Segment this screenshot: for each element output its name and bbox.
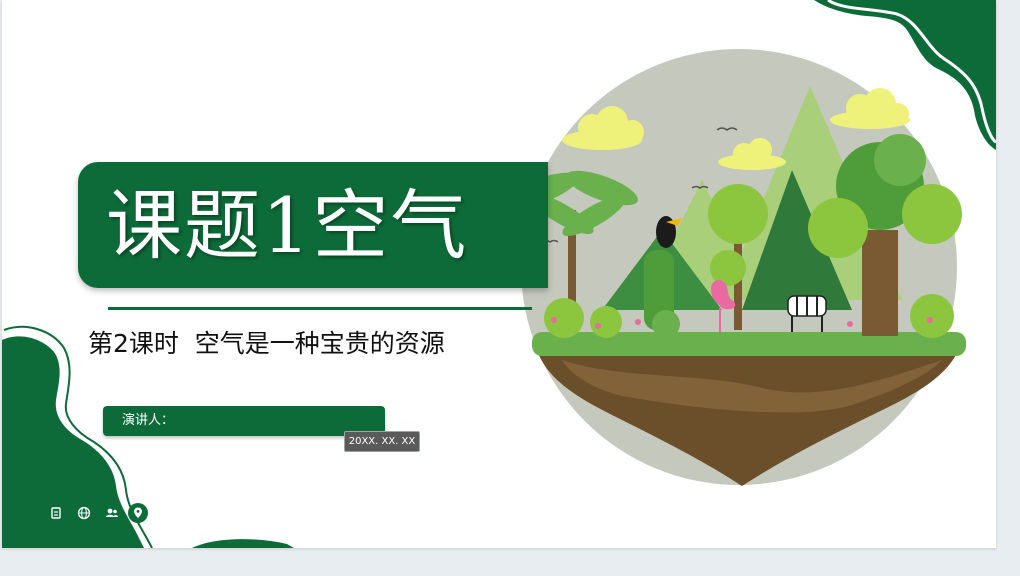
location-pin-icon <box>128 503 148 523</box>
clipboard-icon <box>46 503 66 523</box>
page-title: 课题1空气 <box>106 181 469 270</box>
date-badge: 20XX. XX. XX <box>344 431 420 452</box>
slide-canvas: 课题1空气 第2课时 空气是一种宝贵的资源 演讲人： 20XX. XX. XX <box>2 0 996 548</box>
globe-icon <box>74 503 94 523</box>
speaker-label: 演讲人： <box>122 413 175 428</box>
subtitle: 第2课时 空气是一种宝贵的资源 <box>88 329 445 358</box>
users-icon <box>102 503 122 523</box>
title-divider <box>108 307 532 310</box>
